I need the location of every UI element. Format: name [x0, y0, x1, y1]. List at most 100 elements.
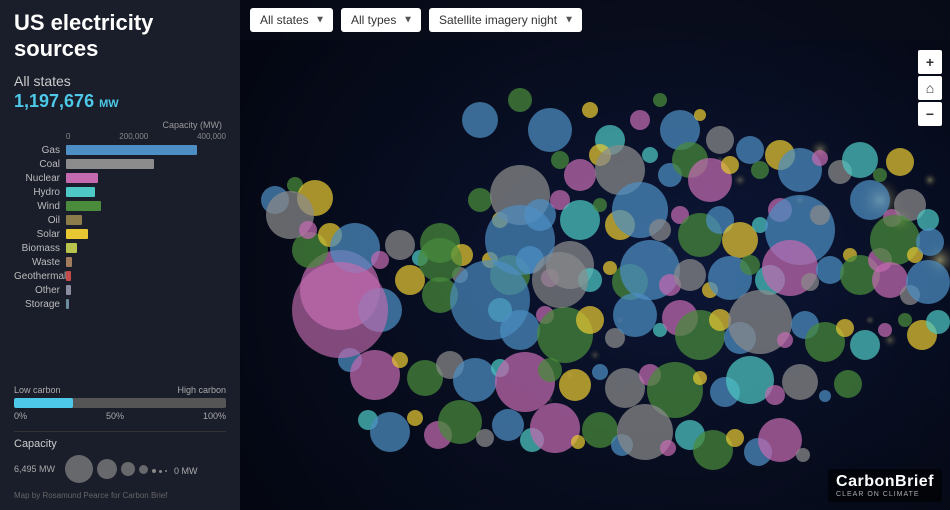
- energy-dot: [508, 88, 532, 112]
- zero-mw-label: 0 MW: [174, 466, 198, 476]
- chart-label: Wind: [14, 201, 66, 212]
- bar: [66, 285, 71, 295]
- carbon-pct-labels: 0% 50% 100%: [14, 411, 226, 421]
- energy-dot: [660, 440, 676, 456]
- chart-row-other: Other: [14, 285, 226, 296]
- bar-container: [66, 159, 226, 169]
- bar-container: [66, 145, 226, 155]
- states-dropdown-wrapper[interactable]: All states ▼: [250, 8, 333, 32]
- energy-dot: [850, 330, 880, 360]
- axis-ticks: 0 200,000 400,000: [14, 132, 226, 141]
- bar: [66, 257, 72, 267]
- chart-label: Storage: [14, 299, 66, 310]
- imagery-dropdown[interactable]: Satellite imagery night: [429, 8, 582, 32]
- energy-dot: [726, 429, 744, 447]
- map-area[interactable]: All states ▼ All types ▼ Satellite image…: [240, 0, 950, 510]
- energy-dot: [886, 148, 914, 176]
- pct-100: 100%: [203, 411, 226, 421]
- energy-dot: [532, 252, 588, 308]
- bar-chart-section: Capacity (MW) 0 200,000 400,000 GasCoalN…: [14, 120, 226, 377]
- energy-dot: [796, 448, 810, 462]
- bar-container: [66, 285, 226, 295]
- chart-row-gas: Gas: [14, 145, 226, 156]
- energy-dot: [582, 102, 598, 118]
- top-bar: All states ▼ All types ▼ Satellite image…: [240, 0, 950, 40]
- energy-dot: [694, 109, 706, 121]
- zoom-out-button[interactable]: −: [918, 102, 942, 126]
- energy-dot: [736, 136, 764, 164]
- chart-label: Hydro: [14, 187, 66, 198]
- region-label: All states: [14, 73, 226, 89]
- energy-dot: [576, 306, 604, 334]
- bar: [66, 243, 77, 253]
- chart-row-waste: Waste: [14, 257, 226, 268]
- chart-label: Oil: [14, 215, 66, 226]
- cap-dot-2: [159, 470, 162, 473]
- capacity-circle: [121, 462, 135, 476]
- capacity-dot-row: 0 MW: [152, 466, 198, 476]
- cap-dot-1: [152, 469, 156, 473]
- carbon-bar-fill: [14, 398, 73, 408]
- capacity-circle: [97, 459, 117, 479]
- high-carbon-label: High carbon: [177, 385, 226, 395]
- bar-container: [66, 201, 226, 211]
- energy-dot: [407, 410, 423, 426]
- carbon-labels: Low carbon High carbon: [14, 385, 226, 395]
- cap-dot-3: [165, 470, 167, 472]
- chart-label: Geothermal: [14, 271, 66, 282]
- energy-dots-layer: [240, 0, 950, 510]
- states-dropdown[interactable]: All states: [250, 8, 333, 32]
- bar-container: [66, 173, 226, 183]
- zoom-in-button[interactable]: +: [918, 50, 942, 74]
- chart-row-nuclear: Nuclear: [14, 173, 226, 184]
- energy-dot: [693, 371, 707, 385]
- energy-dot: [765, 385, 785, 405]
- chart-row-wind: Wind: [14, 201, 226, 212]
- bar: [66, 145, 197, 155]
- bar-container: [66, 215, 226, 225]
- tick-200k: 200,000: [119, 132, 148, 141]
- types-dropdown[interactable]: All types: [341, 8, 421, 32]
- left-panel: US electricity sources All states 1,197,…: [0, 0, 240, 510]
- carbon-section: Low carbon High carbon 0% 50% 100%: [14, 385, 226, 421]
- bar: [66, 271, 71, 281]
- chart-row-biomass: Biomass: [14, 243, 226, 254]
- energy-dot: [418, 238, 462, 282]
- energy-dot-large: [292, 262, 388, 358]
- total-mw: 1,197,676 MW: [14, 91, 226, 112]
- energy-dot: [593, 198, 607, 212]
- energy-dot: [462, 102, 498, 138]
- energy-dot: [812, 150, 828, 166]
- energy-dot: [476, 429, 494, 447]
- bar-container: [66, 271, 226, 281]
- energy-dot: [630, 110, 650, 130]
- energy-dot: [385, 230, 415, 260]
- energy-dot: [564, 159, 596, 191]
- energy-dot: [740, 255, 760, 275]
- energy-dot: [777, 332, 793, 348]
- energy-dot: [916, 228, 944, 256]
- energy-dot: [371, 251, 389, 269]
- bar-container: [66, 229, 226, 239]
- capacity-title: Capacity: [14, 438, 226, 450]
- energy-dot: [492, 409, 524, 441]
- zoom-controls[interactable]: + ⌂ −: [918, 50, 942, 126]
- energy-dot: [878, 323, 892, 337]
- total-mw-value: 1,197,676: [14, 91, 94, 111]
- chart-label: Waste: [14, 257, 66, 268]
- capacity-circle: [139, 465, 148, 474]
- bar: [66, 229, 88, 239]
- low-carbon-label: Low carbon: [14, 385, 61, 395]
- chart-label: Other: [14, 285, 66, 296]
- energy-dot: [674, 259, 706, 291]
- energy-dot: [751, 161, 769, 179]
- energy-dot: [926, 310, 950, 334]
- imagery-dropdown-wrapper[interactable]: Satellite imagery night ▼: [429, 8, 582, 32]
- bar: [66, 215, 82, 225]
- zoom-home-button[interactable]: ⌂: [918, 76, 942, 100]
- axis-label: Capacity (MW): [14, 120, 226, 130]
- map-credit: Map by Rosamund Pearce for Carbon Brief: [14, 491, 226, 500]
- types-dropdown-wrapper[interactable]: All types ▼: [341, 8, 421, 32]
- total-unit: MW: [99, 98, 119, 110]
- energy-dot: [721, 156, 739, 174]
